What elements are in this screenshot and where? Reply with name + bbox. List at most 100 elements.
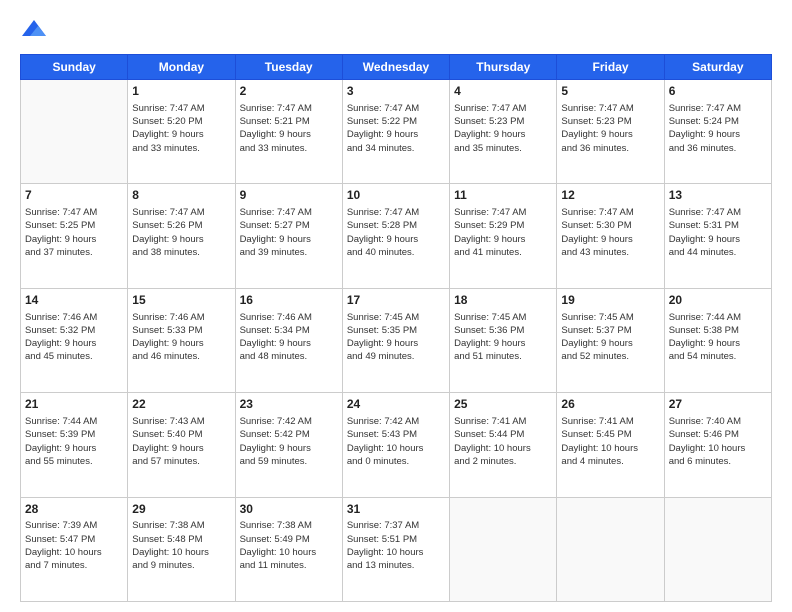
day-info-line: and 46 minutes. [132, 350, 230, 363]
day-info-line: Sunset: 5:30 PM [561, 219, 659, 232]
day-info-line: Sunset: 5:27 PM [240, 219, 338, 232]
calendar-cell: 7Sunrise: 7:47 AMSunset: 5:25 PMDaylight… [21, 184, 128, 288]
weekday-header-row: SundayMondayTuesdayWednesdayThursdayFrid… [21, 55, 772, 80]
day-info-line: and 48 minutes. [240, 350, 338, 363]
day-info-line: Daylight: 9 hours [347, 128, 445, 141]
calendar-cell [557, 497, 664, 601]
day-info-line: Sunrise: 7:43 AM [132, 415, 230, 428]
day-number: 8 [132, 187, 230, 204]
day-info-line: Sunset: 5:36 PM [454, 324, 552, 337]
day-number: 22 [132, 396, 230, 413]
day-number: 16 [240, 292, 338, 309]
calendar-cell: 14 Sunrise: 7:46 AMSunset: 5:32 PMDayligh… [21, 288, 128, 392]
day-number: 7 [25, 187, 123, 204]
calendar-cell: 3Sunrise: 7:47 AMSunset: 5:22 PMDaylight… [342, 80, 449, 184]
calendar-cell: 15Sunrise: 7:46 AMSunset: 5:33 PMDayligh… [128, 288, 235, 392]
calendar-cell: 31Sunrise: 7:37 AMSunset: 5:51 PMDayligh… [342, 497, 449, 601]
calendar-cell: 4Sunrise: 7:47 AMSunset: 5:23 PMDaylight… [450, 80, 557, 184]
calendar-cell: 20Sunrise: 7:44 AMSunset: 5:38 PMDayligh… [664, 288, 771, 392]
day-number: 11 [454, 187, 552, 204]
day-info-line: Daylight: 10 hours [347, 442, 445, 455]
day-info-line: and 57 minutes. [132, 455, 230, 468]
day-info-line: Daylight: 10 hours [347, 546, 445, 559]
day-info-line: Sunset: 5:21 PM [240, 115, 338, 128]
calendar-cell: 5Sunrise: 7:47 AMSunset: 5:23 PMDaylight… [557, 80, 664, 184]
day-info-line: Sunrise: 7:47 AM [561, 206, 659, 219]
calendar-cell: 16Sunrise: 7:46 AMSunset: 5:34 PMDayligh… [235, 288, 342, 392]
day-info-line: Sunset: 5:48 PM [132, 533, 230, 546]
day-info-line: Daylight: 10 hours [669, 442, 767, 455]
day-number: 10 [347, 187, 445, 204]
day-info-line: Sunset: 5:38 PM [669, 324, 767, 337]
day-number: 14 [25, 292, 123, 309]
day-info-line: Daylight: 9 hours [669, 128, 767, 141]
calendar-cell: 30Sunrise: 7:38 AMSunset: 5:49 PMDayligh… [235, 497, 342, 601]
weekday-header-saturday: Saturday [664, 55, 771, 80]
day-info-line: Sunrise: 7:38 AM [132, 519, 230, 532]
calendar-cell: 21Sunrise: 7:44 AMSunset: 5:39 PMDayligh… [21, 393, 128, 497]
day-info-line: Daylight: 9 hours [561, 233, 659, 246]
calendar-cell: 23Sunrise: 7:42 AMSunset: 5:42 PMDayligh… [235, 393, 342, 497]
calendar-cell: 22Sunrise: 7:43 AMSunset: 5:40 PMDayligh… [128, 393, 235, 497]
day-number: 15 [132, 292, 230, 309]
day-info-line: and 6 minutes. [669, 455, 767, 468]
calendar-cell [21, 80, 128, 184]
calendar-cell [664, 497, 771, 601]
day-info-line: and 38 minutes. [132, 246, 230, 259]
calendar-cell: 2Sunrise: 7:47 AMSunset: 5:21 PMDaylight… [235, 80, 342, 184]
day-info-line: Sunrise: 7:45 AM [561, 311, 659, 324]
day-number: 6 [669, 83, 767, 100]
day-info-line: Daylight: 9 hours [25, 337, 123, 350]
day-info-line: Sunrise: 7:47 AM [132, 102, 230, 115]
day-info-line: Sunset: 5:31 PM [669, 219, 767, 232]
day-number: 17 [347, 292, 445, 309]
day-info-line: Sunset: 5:20 PM [132, 115, 230, 128]
day-info-line: Sunrise: 7:47 AM [669, 102, 767, 115]
day-info-line: and 59 minutes. [240, 455, 338, 468]
calendar-week-row: 1Sunrise: 7:47 AMSunset: 5:20 PMDaylight… [21, 80, 772, 184]
day-info-line: Sunrise: 7:46 AM [25, 311, 123, 324]
day-info-line: Daylight: 9 hours [132, 128, 230, 141]
day-info-line: Sunset: 5:32 PM [25, 324, 123, 337]
day-info-line: Sunrise: 7:47 AM [454, 206, 552, 219]
calendar-cell: 29Sunrise: 7:38 AMSunset: 5:48 PMDayligh… [128, 497, 235, 601]
day-info-line: Sunset: 5:46 PM [669, 428, 767, 441]
day-info-line: Sunrise: 7:38 AM [240, 519, 338, 532]
day-number: 2 [240, 83, 338, 100]
calendar-week-row: 7 Sunrise: 7:47 AM Sunset: 5:25 PM Daylight… [21, 184, 772, 288]
day-info-line: and 13 minutes. [347, 559, 445, 572]
day-info-line: Daylight: 9 hours [454, 233, 552, 246]
calendar-week-row: 21Sunrise: 7:44 AMSunset: 5:39 PMDayligh… [21, 393, 772, 497]
page: SundayMondayTuesdayWednesdayThursdayFrid… [0, 0, 792, 612]
calendar-cell: 13Sunrise: 7:47 AMSunset: 5:31 PMDayligh… [664, 184, 771, 288]
calendar-cell: 11Sunrise: 7:47 AMSunset: 5:29 PMDayligh… [450, 184, 557, 288]
calendar-cell: 18Sunrise: 7:45 AMSunset: 5:36 PMDayligh… [450, 288, 557, 392]
calendar-cell: 1Sunrise: 7:47 AMSunset: 5:20 PMDaylight… [128, 80, 235, 184]
day-info-line: Daylight: 9 hours [132, 337, 230, 350]
day-info-line: and 4 minutes. [561, 455, 659, 468]
day-info-line: Sunrise: 7:45 AM [454, 311, 552, 324]
day-info-line: and 39 minutes. [240, 246, 338, 259]
day-number: 3 [347, 83, 445, 100]
day-info-line: Sunset: 5:25 PM [25, 219, 123, 232]
day-info-line: Sunrise: 7:47 AM [561, 102, 659, 115]
day-info-line: and 9 minutes. [132, 559, 230, 572]
weekday-header-tuesday: Tuesday [235, 55, 342, 80]
day-info-line: Sunset: 5:43 PM [347, 428, 445, 441]
day-info-line: Sunset: 5:37 PM [561, 324, 659, 337]
day-info-line: Sunrise: 7:47 AM [132, 206, 230, 219]
day-info-line: and 49 minutes. [347, 350, 445, 363]
day-info-line: Daylight: 9 hours [240, 442, 338, 455]
day-number: 25 [454, 396, 552, 413]
weekday-header-wednesday: Wednesday [342, 55, 449, 80]
day-info-line: Sunset: 5:40 PM [132, 428, 230, 441]
day-number: 21 [25, 396, 123, 413]
day-info-line: Daylight: 10 hours [561, 442, 659, 455]
day-number: 12 [561, 187, 659, 204]
day-info-line: and 36 minutes. [561, 142, 659, 155]
day-number: 30 [240, 501, 338, 518]
day-number: 23 [240, 396, 338, 413]
day-info-line: Sunrise: 7:47 AM [347, 206, 445, 219]
day-info-line: Sunrise: 7:45 AM [347, 311, 445, 324]
day-info-line: Daylight: 9 hours [132, 233, 230, 246]
